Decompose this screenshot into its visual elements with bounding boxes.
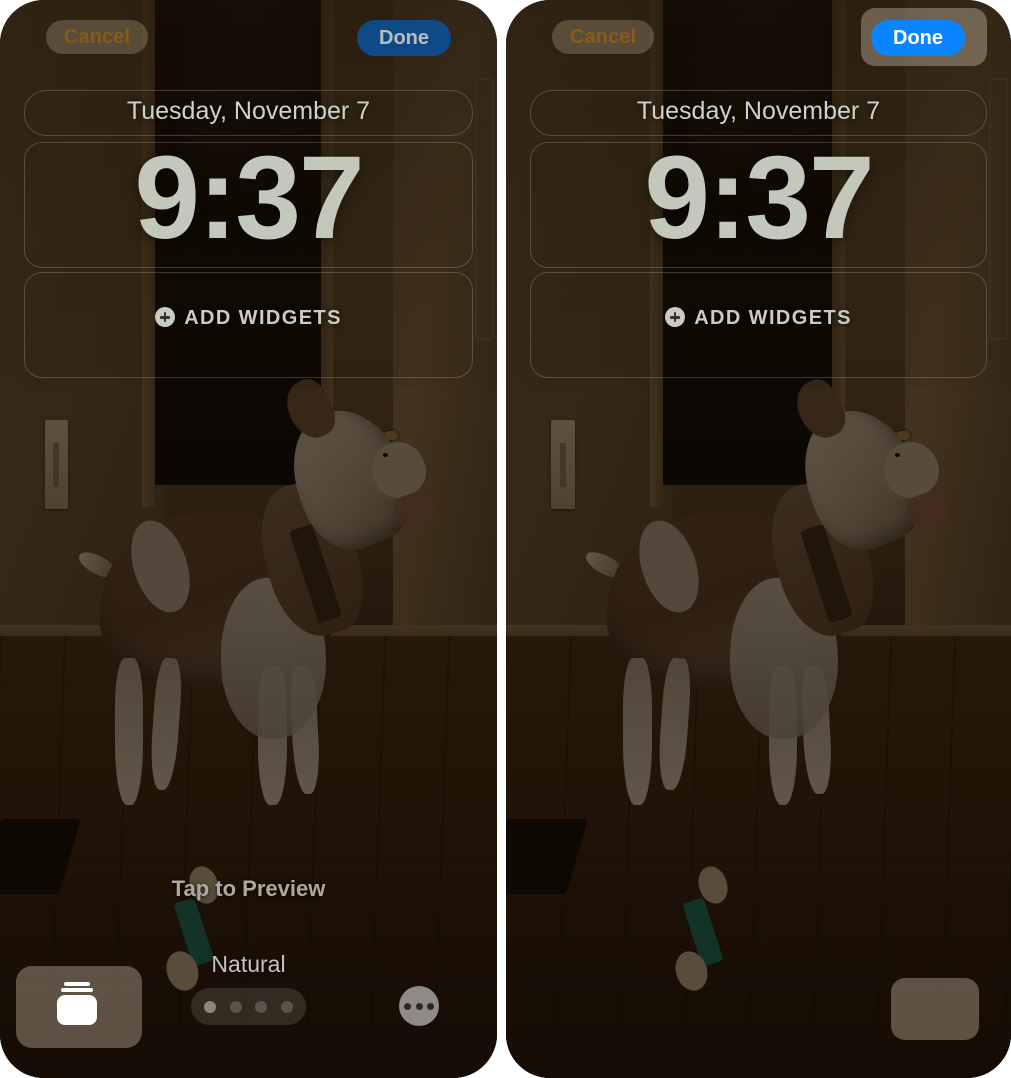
- add-widgets-button[interactable]: ADD WIDGETS: [506, 307, 1011, 330]
- page-dot[interactable]: [229, 1000, 242, 1013]
- editor-topbar-left: Cancel Done: [0, 0, 497, 72]
- lockscreen-clock[interactable]: 9:37: [0, 139, 497, 257]
- add-widgets-button[interactable]: ADD WIDGETS: [0, 307, 497, 330]
- cancel-button[interactable]: Cancel: [552, 20, 655, 54]
- page-dot[interactable]: [280, 1000, 293, 1013]
- plus-circle-icon: [155, 307, 176, 327]
- more-options-button[interactable]: [399, 986, 439, 1026]
- dog-subject: [577, 373, 961, 806]
- screenshot-root: Tuesday, November 7 9:37 ADD WIDGETS Tap…: [0, 0, 1011, 1078]
- phone-panel-left: Tuesday, November 7 9:37 ADD WIDGETS Tap…: [0, 0, 497, 1078]
- done-button[interactable]: Done: [357, 20, 451, 56]
- done-button[interactable]: Done: [871, 20, 965, 56]
- plus-circle-icon: [665, 307, 686, 327]
- page-dot[interactable]: [204, 1000, 217, 1013]
- tap-to-preview-label[interactable]: Tap to Preview: [0, 876, 497, 902]
- ellipsis-icon: [427, 1002, 435, 1010]
- wallpaper-style-name: Natural: [211, 951, 286, 977]
- page-dot[interactable]: [255, 1000, 268, 1013]
- photo-stack-button[interactable]: [51, 982, 107, 1032]
- lockscreen-date[interactable]: Tuesday, November 7: [506, 97, 1011, 126]
- wallpaper-page-dots[interactable]: [191, 988, 306, 1025]
- lockscreen-clock[interactable]: 9:37: [506, 139, 1011, 257]
- photo-stack-icon: [51, 982, 103, 1028]
- ellipsis-icon: [415, 1002, 423, 1010]
- add-widgets-label: ADD WIDGETS: [694, 307, 852, 329]
- cancel-button[interactable]: Cancel: [46, 20, 149, 54]
- phone-panel-right: Tuesday, November 7 9:37 ADD WIDGETS Can…: [506, 0, 1011, 1078]
- dog-toy: [670, 862, 733, 996]
- ellipsis-icon: [403, 1002, 411, 1010]
- dog-subject: [70, 373, 448, 806]
- editor-topbar-right: Cancel Done: [506, 0, 1011, 72]
- lockscreen-date[interactable]: Tuesday, November 7: [0, 97, 497, 126]
- add-widgets-label: ADD WIDGETS: [184, 307, 342, 329]
